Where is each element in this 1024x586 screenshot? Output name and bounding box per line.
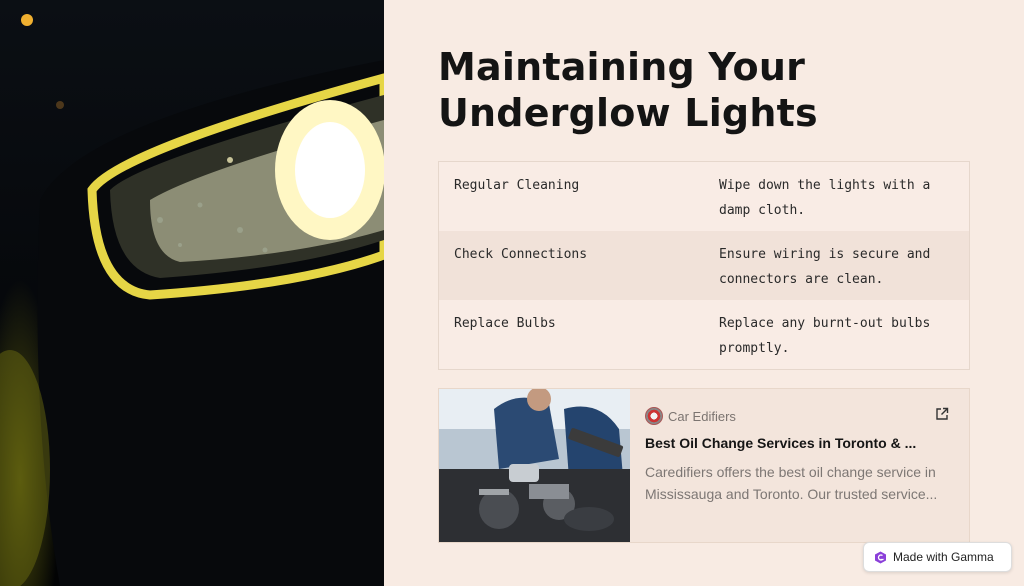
maintenance-table: Regular Cleaning Wipe down the lights wi… [438, 161, 970, 370]
link-preview-body: Car Edifiers Best Oil Change Services in… [630, 389, 969, 542]
link-preview-card[interactable]: Car Edifiers Best Oil Change Services in… [438, 388, 970, 543]
link-preview-title[interactable]: Best Oil Change Services in Toronto & ..… [645, 435, 953, 451]
table-cell-detail: Wipe down the lights with a damp cloth. [719, 178, 931, 218]
external-link-icon[interactable] [935, 407, 949, 421]
table-cell-detail: Ensure wiring is secure and connectors a… [719, 247, 931, 287]
link-preview-description: Caredifiers offers the best oil change s… [645, 464, 938, 502]
made-with-gamma-badge[interactable]: Made with Gamma [863, 542, 1012, 572]
title-line-2: Underglow Lights [438, 91, 818, 135]
link-preview-site: Car Edifiers [645, 407, 953, 425]
gamma-logo-icon [875, 551, 886, 563]
table-row: Regular Cleaning Wipe down the lights wi… [439, 162, 969, 231]
badge-label: Made with Gamma [893, 550, 994, 564]
page-title: Maintaining Your Underglow Lights [438, 44, 970, 136]
title-line-1: Maintaining Your [438, 45, 806, 89]
headlight-hero-image [0, 0, 384, 586]
table-cell-detail: Replace any burnt-out bulbs promptly. [719, 316, 931, 356]
table-row: Check Connections Ensure wiring is secur… [439, 231, 969, 300]
mechanic-photo [439, 389, 630, 542]
link-preview-thumbnail [439, 389, 630, 542]
table-cell-label: Regular Cleaning [454, 178, 580, 193]
table-cell-label: Replace Bulbs [454, 316, 556, 331]
site-favicon-icon [645, 407, 663, 425]
headlight-illustration [0, 14, 384, 586]
table-row: Replace Bulbs Replace any burnt-out bulb… [439, 300, 969, 369]
site-name: Car Edifiers [668, 408, 736, 424]
table-cell-label: Check Connections [454, 247, 588, 262]
